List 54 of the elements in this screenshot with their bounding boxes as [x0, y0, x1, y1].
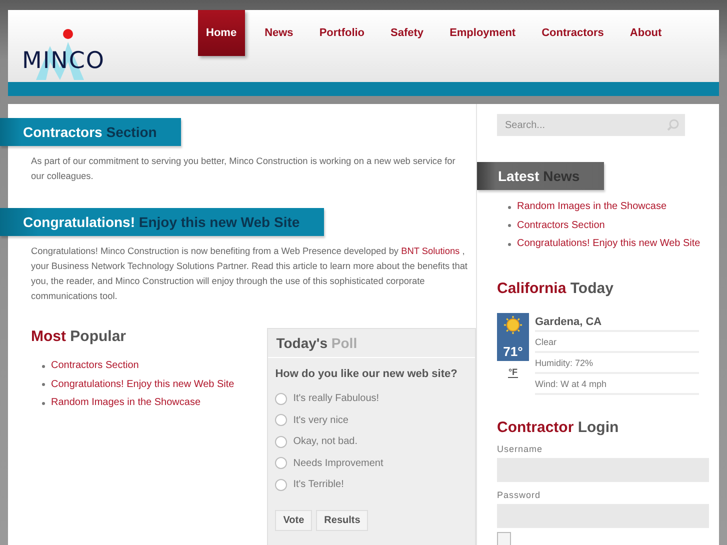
radio-button[interactable]	[275, 436, 288, 448]
nav-tab[interactable]: News	[252, 10, 306, 56]
field-label: Password	[497, 490, 542, 500]
poll-option: Needs Improvement	[293, 458, 384, 469]
sun-icon	[503, 314, 523, 334]
field-label: Username	[497, 444, 544, 454]
radio-button[interactable]	[275, 457, 288, 470]
poll-option: It's Terrible!	[293, 479, 344, 490]
nav-tab[interactable]: Safety	[378, 10, 436, 56]
poll-heading: Today's Poll	[268, 329, 475, 358]
most-popular-heading: Most Popular	[31, 328, 128, 345]
news-link[interactable]: Contractors Section	[517, 216, 605, 235]
bullet-icon	[508, 206, 511, 209]
search-icon	[667, 119, 679, 131]
poll-option: It's really Fabulous!	[293, 393, 380, 404]
weather-heading: California Today	[497, 280, 614, 296]
popular-link[interactable]: Contractors Section	[51, 357, 139, 376]
article-text: As part of our commitment to serving you better, Minco Construction is working on a new web service for our colleagues.	[31, 155, 456, 183]
news-link[interactable]: Random Images in the Showcase	[517, 198, 667, 216]
weather-location: Gardena, CA	[535, 312, 699, 332]
login-heading: Contractor Login	[497, 418, 620, 436]
weather-detail: Humidity: 72%	[535, 352, 699, 374]
section-heading: Contractors Section	[0, 118, 181, 146]
bullet-icon	[42, 364, 45, 368]
radio-button[interactable]	[275, 392, 288, 405]
checkbox[interactable]	[497, 532, 511, 545]
radio-button[interactable]	[275, 478, 288, 491]
search-field[interactable]: Search...	[497, 114, 685, 136]
weather-detail: Clear	[535, 332, 699, 352]
bullet-icon	[42, 383, 45, 386]
nav-tab[interactable]: Contractors	[530, 10, 616, 56]
temperature: 71°	[503, 344, 523, 358]
bullet-icon	[508, 224, 511, 228]
poll-question: How do you like our new web site?	[274, 367, 458, 382]
poll-option: Okay, not bad.	[293, 436, 358, 448]
popular-link[interactable]: Random Images in the Showcase	[51, 394, 201, 412]
weather-detail: Wind: W at 4 mph	[535, 374, 699, 394]
unit-link[interactable]: °F	[508, 366, 518, 378]
article-text: Congratulations! Minco Construction is now benefiting from a Web Presence developed by BNT Solutions , your Business Network Technology Solutions Partner. Read this article to learn more about the benefits that you, the reader, and Minco Construction will enjoy through the use of this sophisticated corporate communications tool.	[31, 245, 468, 303]
popular-link[interactable]: Congratulations! Enjoy this new Web Site	[51, 376, 234, 394]
news-link[interactable]: Congratulations! Enjoy this new Web Site	[517, 235, 700, 254]
bullet-icon	[42, 402, 45, 405]
section-heading: Congratulations! Enjoy this new Web Site	[0, 208, 324, 236]
nav-tab[interactable]: About	[618, 10, 674, 56]
bnt-solutions-link[interactable]: BNT Solutions	[401, 246, 460, 256]
poll-button[interactable]: Results	[316, 510, 368, 530]
logo-text[interactable]: MINCO	[22, 48, 105, 74]
poll-button[interactable]: Vote	[275, 510, 312, 530]
poll-option: It's very nice	[293, 414, 348, 426]
bullet-icon	[508, 242, 511, 246]
nav-tab[interactable]: Portfolio	[307, 10, 377, 56]
radio-button[interactable]	[275, 414, 288, 426]
nav-tab[interactable]: Employment	[438, 10, 528, 56]
nav-tab[interactable]: Home	[198, 10, 245, 56]
